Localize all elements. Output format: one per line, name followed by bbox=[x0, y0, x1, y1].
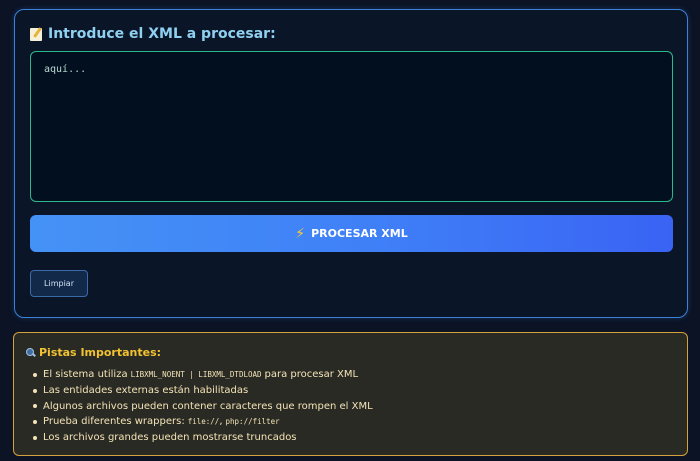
hint-item: Algunos archivos pueden contener caracte… bbox=[28, 399, 373, 415]
xml-input[interactable] bbox=[30, 51, 673, 202]
form-title-text: Introduce el XML a procesar: bbox=[48, 26, 276, 42]
hint-item: El sistema utiliza LIBXML_NOENT | LIBXML… bbox=[28, 367, 373, 383]
hint-code: file:// bbox=[187, 417, 220, 427]
form-title: Introduce el XML a procesar: bbox=[30, 26, 276, 42]
clear-button[interactable]: Limpiar bbox=[30, 270, 88, 297]
hints-title-text: Pistas Importantes: bbox=[39, 346, 162, 359]
hint-code: php://filter bbox=[225, 417, 280, 427]
bullet bbox=[33, 372, 37, 377]
hint-item: Los archivos grandes pueden mostrarse tr… bbox=[28, 430, 373, 446]
memo-icon bbox=[30, 27, 42, 41]
bullet bbox=[33, 420, 37, 425]
hints-panel: Pistas Importantes: El sistema utiliza L… bbox=[13, 332, 688, 456]
hints-title: Pistas Importantes: bbox=[26, 346, 161, 359]
bullet bbox=[33, 404, 37, 409]
magnifier-icon bbox=[26, 348, 35, 357]
lightning-icon: ⚡ bbox=[295, 225, 306, 242]
hint-code: LIBXML_NOENT | LIBXML_DTDLOAD bbox=[130, 370, 262, 379]
hint-item: Las entidades externas están habilitadas bbox=[28, 383, 373, 399]
hints-list: El sistema utiliza LIBXML_NOENT | LIBXML… bbox=[28, 367, 373, 446]
xml-form-panel: Introduce el XML a procesar: ⚡ PROCESAR … bbox=[14, 9, 688, 318]
hint-item: Prueba diferentes wrappers: file:// , ph… bbox=[28, 414, 373, 430]
process-xml-button[interactable]: ⚡ PROCESAR XML bbox=[30, 215, 673, 252]
bullet bbox=[33, 388, 37, 393]
bullet bbox=[33, 436, 37, 441]
process-xml-label: PROCESAR XML bbox=[311, 227, 408, 240]
